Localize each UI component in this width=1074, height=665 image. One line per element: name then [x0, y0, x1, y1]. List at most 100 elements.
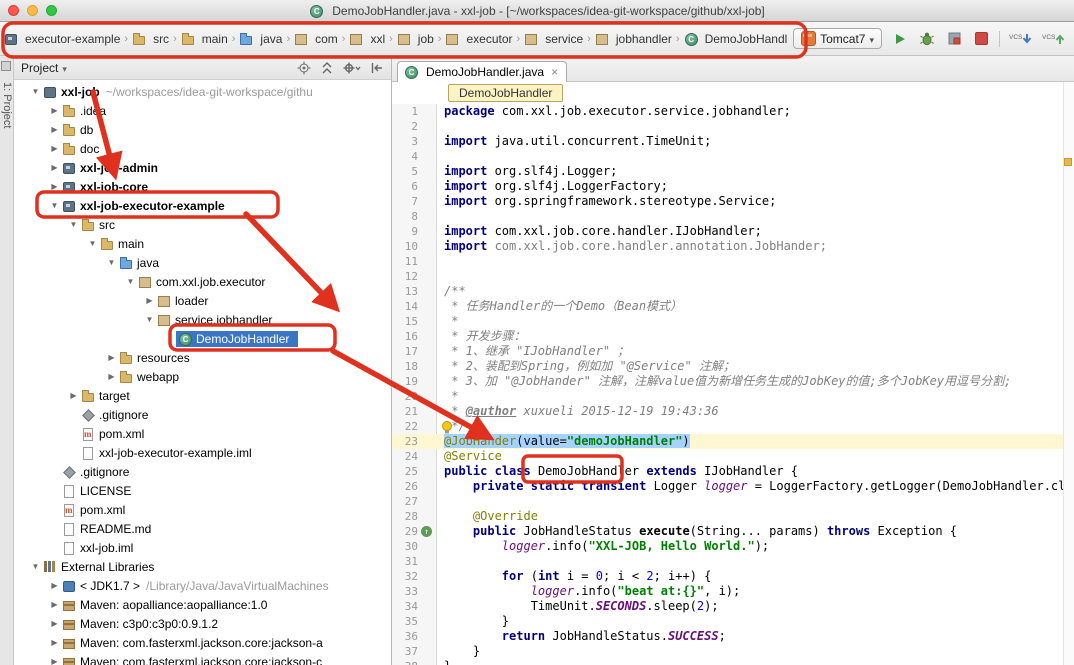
run-button[interactable] — [891, 30, 909, 48]
expanded-arrow-icon[interactable]: ▼ — [142, 315, 157, 324]
breadcrumb-item[interactable]: com — [292, 30, 340, 48]
tree-item[interactable]: ▶Maven: com.fasterxml.jackson.core:jacks… — [14, 633, 391, 652]
line-number[interactable]: 35 — [392, 614, 418, 629]
line-number[interactable]: 20 — [392, 389, 418, 404]
line-number[interactable]: 19 — [392, 374, 418, 389]
debug-button[interactable] — [918, 30, 936, 48]
panel-dropdown-arrow-icon[interactable] — [62, 61, 67, 75]
code-line[interactable]: 24@Service — [392, 449, 1074, 464]
code-line[interactable]: 35 } — [392, 614, 1074, 629]
line-number[interactable]: 21 — [392, 404, 418, 419]
tree-item[interactable]: ▼External Libraries — [14, 557, 391, 576]
breadcrumb-item[interactable]: job — [395, 30, 436, 48]
tree-item[interactable]: README.md — [14, 519, 391, 538]
line-number[interactable]: 5 — [392, 164, 418, 179]
code-line[interactable]: 10import com.xxl.job.core.handler.annota… — [392, 239, 1074, 254]
code-line[interactable]: 37 } — [392, 644, 1074, 659]
gear-icon[interactable] — [343, 61, 361, 75]
line-number[interactable]: 13 — [392, 284, 418, 299]
code-line[interactable]: 36 return JobHandleStatus.SUCCESS; — [392, 629, 1074, 644]
tree-item[interactable]: .gitignore — [14, 462, 391, 481]
stop-button[interactable] — [972, 30, 990, 48]
locate-icon[interactable] — [297, 61, 311, 75]
project-tool-window-button[interactable]: 1: Project — [1, 82, 13, 128]
tree-item[interactable]: ▶Maven: c3p0:c3p0:0.9.1.2 — [14, 614, 391, 633]
code-line[interactable]: 23@JobHander(value="demoJobHandler") — [392, 434, 1074, 449]
line-number[interactable]: 12 — [392, 269, 418, 284]
close-icon[interactable]: × — [551, 65, 558, 79]
line-number[interactable]: 11 — [392, 254, 418, 269]
code-line[interactable]: 17 * 1、继承 "IJobHandler" ； — [392, 344, 1074, 359]
collapsed-arrow-icon[interactable]: ▶ — [47, 106, 62, 115]
code-line[interactable]: 5import org.slf4j.Logger; — [392, 164, 1074, 179]
line-number[interactable]: 31 — [392, 554, 418, 569]
tree-item[interactable]: ▶db — [14, 120, 391, 139]
code-line[interactable]: 16 * 开发步骤： — [392, 329, 1074, 344]
code-line[interactable]: 31 — [392, 554, 1074, 569]
line-number[interactable]: 33 — [392, 584, 418, 599]
tree-item[interactable]: ▼service.jobhandler — [14, 310, 391, 329]
error-stripe[interactable] — [1063, 82, 1074, 665]
title-bar[interactable]: DemoJobHandler.java - xxl-job - [~/works… — [0, 0, 1074, 22]
line-number[interactable]: 32 — [392, 569, 418, 584]
line-number[interactable]: 18 — [392, 359, 418, 374]
tree-item[interactable]: pom.xml — [14, 424, 391, 443]
breadcrumb-chip[interactable]: DemoJobHandler — [448, 84, 563, 102]
warning-stripe-mark[interactable] — [1064, 158, 1072, 166]
breadcrumb-item[interactable]: java — [237, 30, 284, 48]
tree-item[interactable]: ▼com.xxl.job.executor — [14, 272, 391, 291]
code-line[interactable]: 7import org.springframework.stereotype.S… — [392, 194, 1074, 209]
code-line[interactable]: 33 logger.info("beat at:{}", i); — [392, 584, 1074, 599]
expanded-arrow-icon[interactable]: ▼ — [47, 201, 62, 210]
code-line[interactable]: 22 */ — [392, 419, 1074, 434]
expanded-arrow-icon[interactable]: ▼ — [28, 87, 43, 96]
breadcrumb-item[interactable]: DemoJobHandler — [682, 30, 788, 48]
tree-item[interactable]: DemoJobHandler — [14, 329, 391, 348]
breadcrumb-item[interactable]: service — [522, 30, 585, 48]
line-number[interactable]: 25 — [392, 464, 418, 479]
tree-item[interactable]: ▼java — [14, 253, 391, 272]
collapsed-arrow-icon[interactable]: ▶ — [47, 600, 62, 609]
tree-item[interactable]: ▶Maven: aopalliance:aopalliance:1.0 — [14, 595, 391, 614]
tree-item[interactable]: xxl-job.iml — [14, 538, 391, 557]
tree-item[interactable]: xxl-job-executor-example.iml — [14, 443, 391, 462]
code-line[interactable]: 11 — [392, 254, 1074, 269]
tree-item[interactable]: .gitignore — [14, 405, 391, 424]
line-number[interactable]: 30 — [392, 539, 418, 554]
line-number[interactable]: 34 — [392, 599, 418, 614]
code-line[interactable]: 25public class DemoJobHandler extends IJ… — [392, 464, 1074, 479]
panel-title[interactable]: Project — [21, 61, 58, 75]
zoom-window-icon[interactable] — [46, 5, 57, 16]
tree-item[interactable]: ▶doc — [14, 139, 391, 158]
code-line[interactable]: 30 logger.info("XXL-JOB, Hello World."); — [392, 539, 1074, 554]
vcs-commit-button[interactable]: VCS — [1042, 30, 1066, 48]
collapsed-arrow-icon[interactable]: ▶ — [47, 619, 62, 628]
line-number[interactable]: 16 — [392, 329, 418, 344]
code-line[interactable]: 19 * 3、加 "@JobHander" 注解，注解value值为新增任务生成… — [392, 374, 1074, 389]
close-window-icon[interactable] — [8, 5, 19, 16]
code-line[interactable]: 8 — [392, 209, 1074, 224]
line-number[interactable]: 10 — [392, 239, 418, 254]
expanded-arrow-icon[interactable]: ▼ — [123, 277, 138, 286]
override-marker-icon[interactable] — [421, 526, 432, 537]
collapsed-arrow-icon[interactable]: ▶ — [47, 638, 62, 647]
tree-item[interactable]: pom.xml — [14, 500, 391, 519]
code-line[interactable]: 29 public JobHandleStatus execute(String… — [392, 524, 1074, 539]
code-line[interactable]: 9import com.xxl.job.core.handler.IJobHan… — [392, 224, 1074, 239]
code-line[interactable]: 18 * 2、装配到Spring，例如加 "@Service" 注解； — [392, 359, 1074, 374]
tree-item[interactable]: ▶Maven: com.fasterxml.jackson.core:jacks… — [14, 652, 391, 665]
code-line[interactable]: 1package com.xxl.job.executor.service.jo… — [392, 104, 1074, 119]
vcs-update-button[interactable]: VCS — [1009, 30, 1033, 48]
hide-panel-icon[interactable] — [370, 61, 384, 75]
line-number[interactable]: 36 — [392, 629, 418, 644]
line-number[interactable]: 7 — [392, 194, 418, 209]
line-number[interactable]: 6 — [392, 179, 418, 194]
line-number[interactable]: 24 — [392, 449, 418, 464]
code-area[interactable]: 1package com.xxl.job.executor.service.jo… — [392, 104, 1074, 665]
expanded-arrow-icon[interactable]: ▼ — [66, 220, 81, 229]
breadcrumb-item[interactable]: xxl — [347, 30, 387, 48]
code-line[interactable]: 3import java.util.concurrent.TimeUnit; — [392, 134, 1074, 149]
tree-item[interactable]: ▶webapp — [14, 367, 391, 386]
code-line[interactable]: 38} — [392, 659, 1074, 665]
code-line[interactable]: 27 — [392, 494, 1074, 509]
